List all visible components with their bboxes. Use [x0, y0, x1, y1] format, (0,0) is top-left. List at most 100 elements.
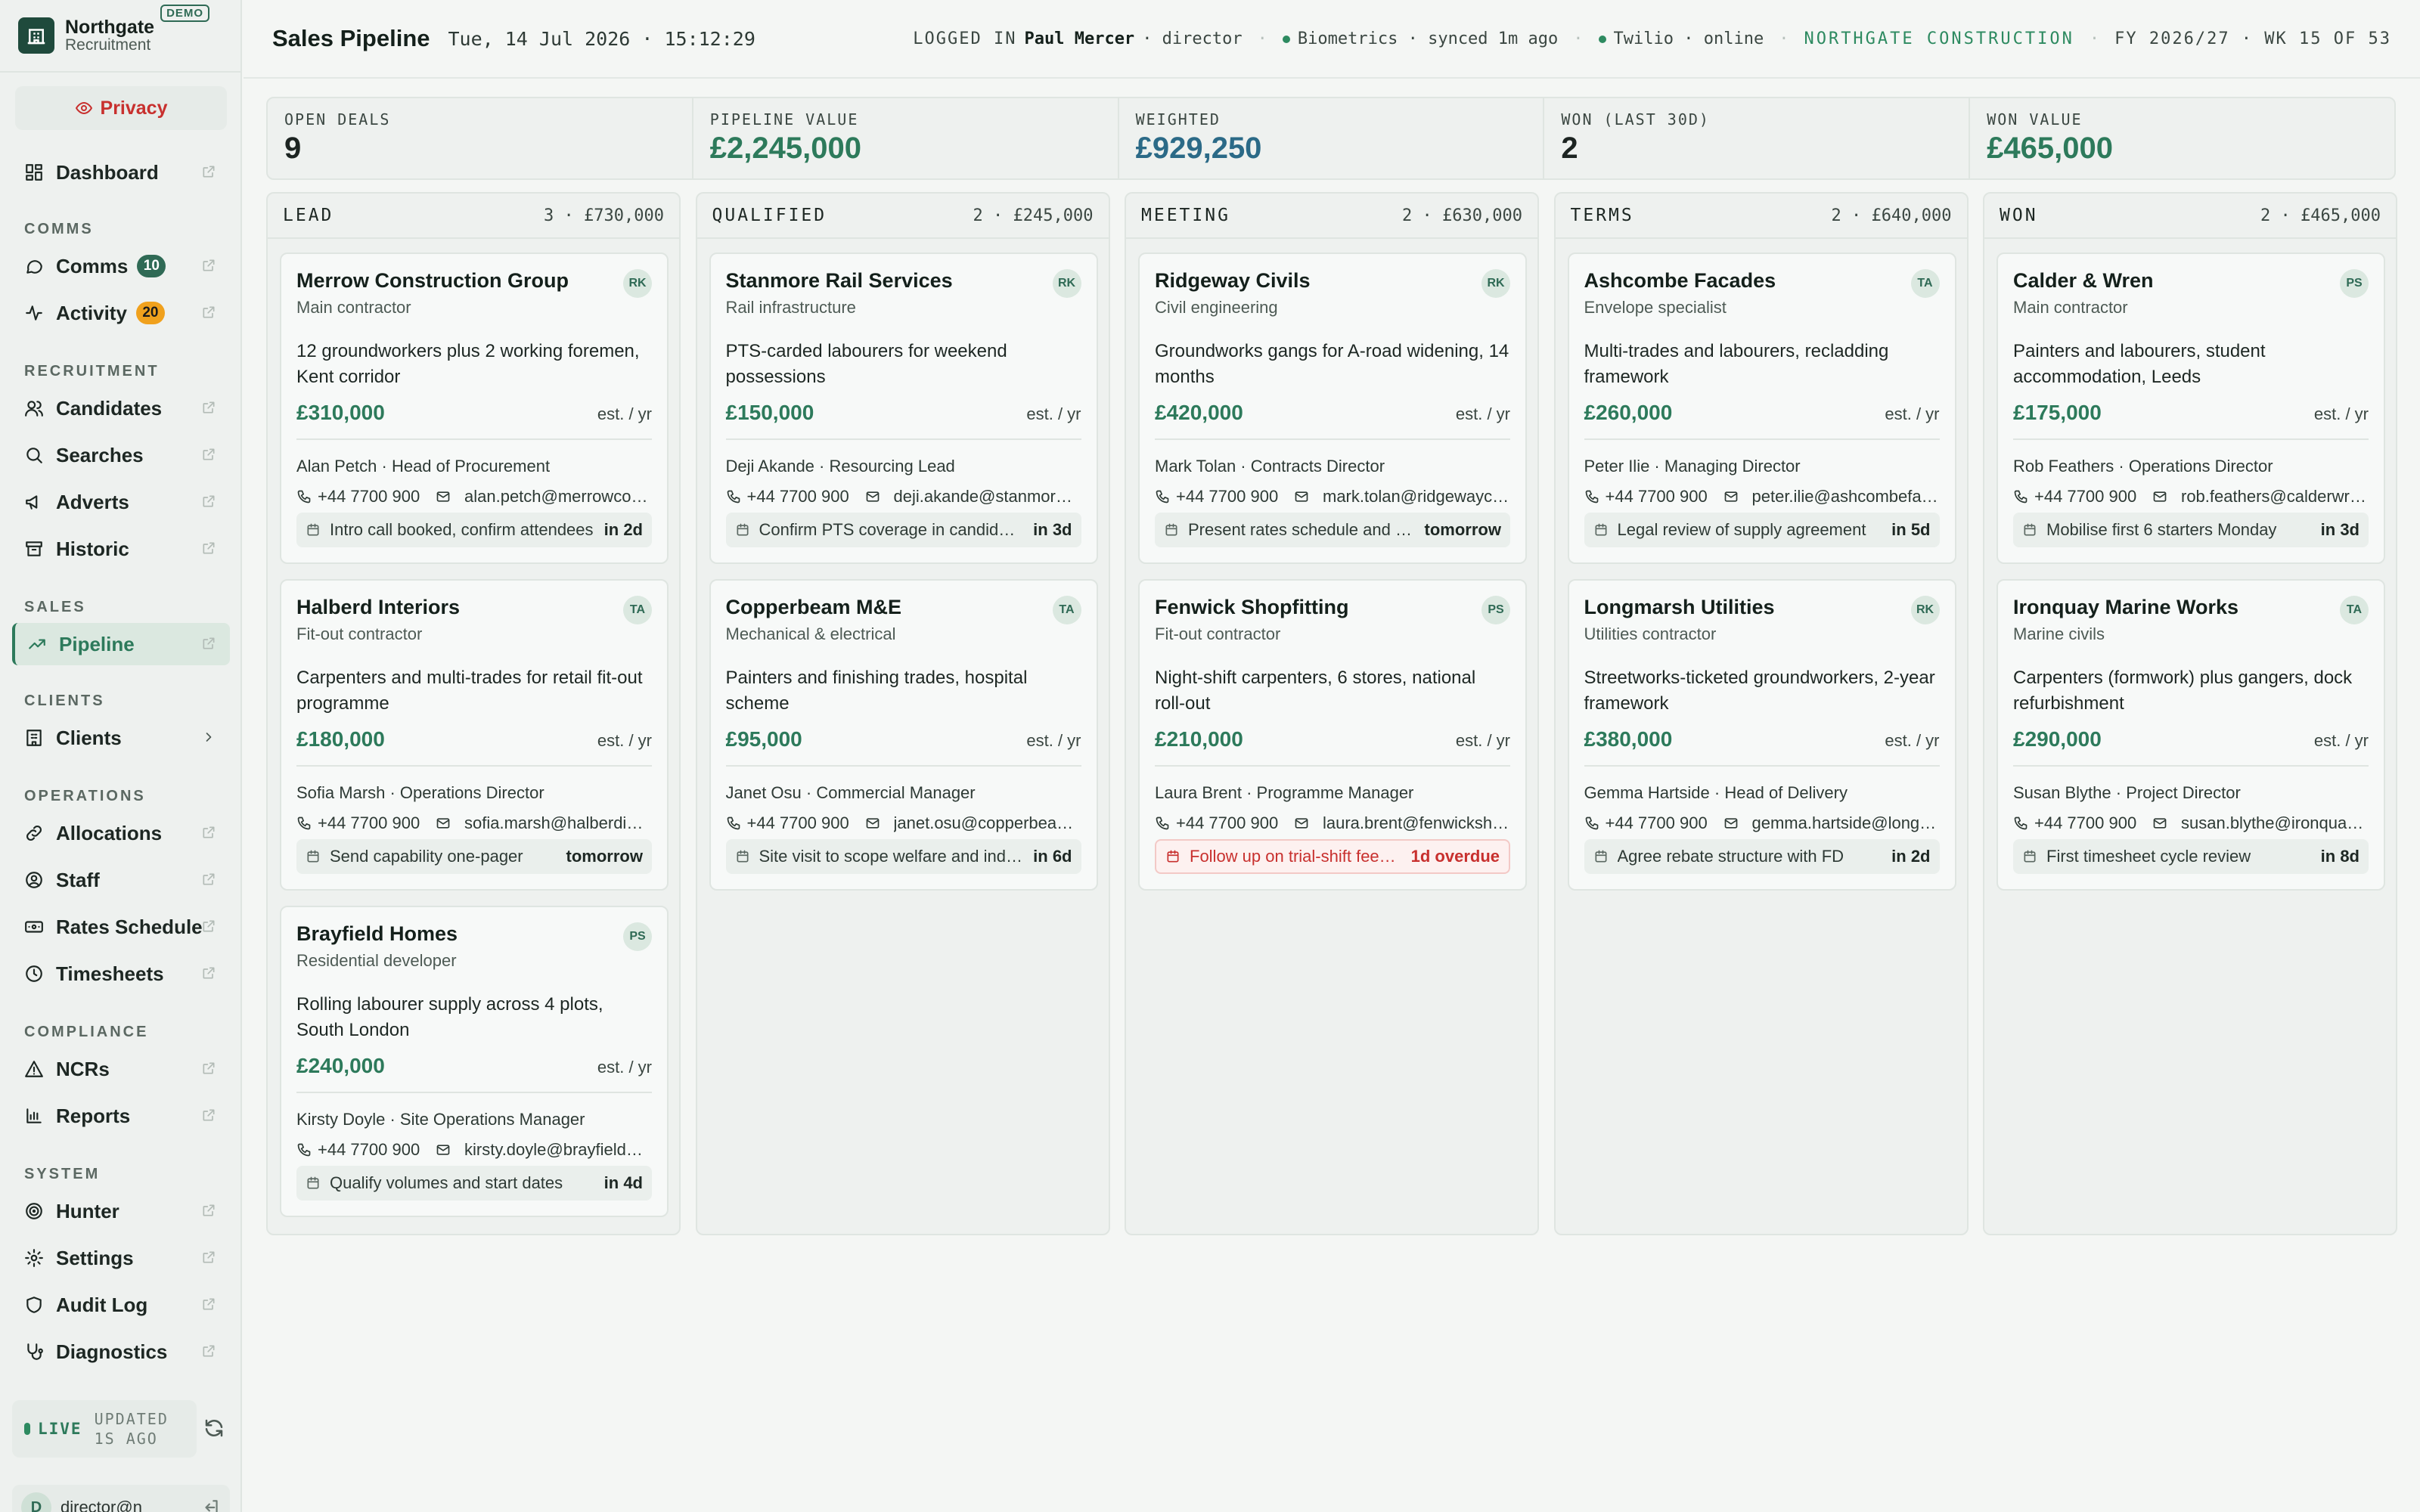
deal-value-unit: est. / yr: [1885, 404, 1940, 423]
gear-icon: [25, 1249, 43, 1267]
section-label-compliance: COMPLIANCE: [24, 1024, 149, 1040]
deal-card[interactable]: Copperbeam M&E TA Mechanical & electrica…: [709, 579, 1098, 891]
deal-card[interactable]: Merrow Construction Group RK Main contra…: [280, 253, 669, 564]
section-label-system: SYSTEM: [24, 1166, 101, 1182]
contact-phone[interactable]: +44 7700 900: [1176, 813, 1282, 833]
task-text: Present rates schedule and terms: [1188, 520, 1416, 539]
brand[interactable]: Northgate Recruitment DEMO: [0, 0, 240, 73]
contact-email[interactable]: sofia.marsh@halberdinteriors.co.uk: [464, 813, 652, 833]
mail-icon: [1294, 816, 1309, 831]
column-summary: 2 · £465,000: [2260, 206, 2381, 225]
next-task[interactable]: Agree rebate structure with FD in 2d: [1584, 839, 1940, 874]
next-task[interactable]: Qualify volumes and start dates in 4d: [296, 1166, 652, 1201]
next-task[interactable]: Follow up on trial-shift feedback 1d ove…: [1155, 839, 1510, 874]
sidebar-item-adverts[interactable]: Adverts: [12, 481, 230, 523]
contact-phone[interactable]: +44 7700 900: [747, 487, 853, 507]
contact-phone[interactable]: +44 7700 900: [1606, 813, 1711, 833]
contact-email[interactable]: deji.akande@stanmorerail.co.uk: [894, 487, 1081, 507]
top-bar: Sales Pipeline Tue, 14 Jul 2026 · 15:12:…: [244, 0, 2420, 79]
task-due: in 8d: [2320, 847, 2360, 866]
sidebar-item-historic[interactable]: Historic: [12, 528, 230, 570]
task-due: tomorrow: [566, 847, 643, 866]
user-menu[interactable]: D director@n: [12, 1485, 230, 1512]
contact-email[interactable]: kirsty.doyle@brayfieldhomes.co.uk: [464, 1140, 652, 1160]
sidebar-item-ncrs[interactable]: NCRs: [12, 1048, 230, 1090]
stat-label: PIPELINE VALUE: [709, 110, 859, 129]
sidebar-item-settings[interactable]: Settings: [12, 1237, 230, 1279]
deal-description: Multi-trades and labourers, recladding f…: [1584, 341, 1889, 387]
owner-avatar: RK: [1481, 269, 1510, 298]
sidebar-item-pipeline[interactable]: Pipeline: [12, 623, 230, 665]
next-task[interactable]: Present rates schedule and terms tomorro…: [1155, 513, 1510, 547]
deal-client-type: Marine civils: [2013, 624, 2105, 643]
privacy-button[interactable]: Privacy: [15, 86, 227, 130]
column-header: LEAD 3 · £730,000: [268, 194, 679, 239]
contact-phone[interactable]: +44 7700 900: [1606, 487, 1711, 507]
contact-email[interactable]: gemma.hartside@longmarsh.co.uk: [1752, 813, 1940, 833]
contact-email[interactable]: janet.osu@copperbeam.co.uk: [894, 813, 1081, 833]
deal-card[interactable]: Stanmore Rail Services RK Rail infrastru…: [709, 253, 1098, 564]
phone-icon: [1155, 489, 1170, 504]
deal-card[interactable]: Ashcombe Facades TA Envelope specialist …: [1567, 253, 1956, 564]
deal-card[interactable]: Longmarsh Utilities RK Utilities contrac…: [1567, 579, 1956, 891]
deal-card[interactable]: Calder & Wren PS Main contractor Painter…: [1996, 253, 2385, 564]
external-link-icon: [201, 1247, 216, 1270]
sidebar-item-staff[interactable]: Staff: [12, 859, 230, 901]
calendar-icon: [2022, 849, 2037, 864]
deal-card[interactable]: Halberd Interiors TA Fit-out contractor …: [280, 579, 669, 891]
sidebar-item-candidates[interactable]: Candidates: [12, 387, 230, 429]
contact-email[interactable]: rob.feathers@calderwren.co.uk: [2181, 487, 2369, 507]
next-task[interactable]: Send capability one-pager tomorrow: [296, 839, 652, 874]
refresh-button[interactable]: [203, 1417, 225, 1443]
contact-phone[interactable]: +44 7700 900: [747, 813, 853, 833]
sidebar-item-clients[interactable]: Clients: [12, 717, 230, 759]
task-text: First timesheet cycle review: [2046, 847, 2251, 866]
deal-card[interactable]: Fenwick Shopfitting PS Fit-out contracto…: [1138, 579, 1527, 891]
sidebar-item-comms[interactable]: Comms 10: [12, 245, 230, 287]
sidebar-item-searches[interactable]: Searches: [12, 434, 230, 476]
next-task[interactable]: Legal review of supply agreement in 5d: [1584, 513, 1940, 547]
deal-client-type: Fit-out contractor: [1155, 624, 1281, 643]
contact-phone[interactable]: +44 7700 900: [2034, 487, 2140, 507]
deal-card[interactable]: Brayfield Homes PS Residential developer…: [280, 906, 669, 1217]
sidebar-item-audit-log[interactable]: Audit Log: [12, 1284, 230, 1326]
deal-value-unit: est. / yr: [1455, 731, 1510, 750]
sidebar-item-dashboard[interactable]: Dashboard: [12, 151, 230, 194]
contact-phone[interactable]: +44 7700 900: [1176, 487, 1282, 507]
deal-description: Carpenters and multi-trades for retail f…: [296, 668, 643, 714]
logout-icon[interactable]: [201, 1498, 221, 1512]
sidebar-item-allocations[interactable]: Allocations: [12, 812, 230, 854]
sidebar-item-hunter[interactable]: Hunter: [12, 1190, 230, 1232]
contact-phone[interactable]: +44 7700 900: [2034, 813, 2140, 833]
next-task[interactable]: Site visit to scope welfare and inductio…: [725, 839, 1081, 874]
phone-icon: [2013, 489, 2028, 504]
contact-email[interactable]: mark.tolan@ridgewaycivils.co.uk: [1323, 487, 1510, 507]
contact-email[interactable]: laura.brent@fenwickshopfitting.co.uk: [1323, 813, 1510, 833]
deal-card[interactable]: Ridgeway Civils RK Civil engineering Gro…: [1138, 253, 1527, 564]
contact-phone[interactable]: +44 7700 900: [318, 487, 424, 507]
live-updated-line-2: 1S AGO: [94, 1430, 158, 1448]
contact-phone[interactable]: +44 7700 900: [318, 1140, 424, 1160]
next-task[interactable]: First timesheet cycle review in 8d: [2013, 839, 2369, 874]
mail-icon: [865, 489, 880, 504]
sidebar-item-rates-schedule[interactable]: Rates Schedule: [12, 906, 230, 948]
sidebar-item-reports[interactable]: Reports: [12, 1095, 230, 1137]
sidebar-item-diagnostics[interactable]: Diagnostics: [12, 1331, 230, 1373]
mail-icon: [865, 816, 880, 831]
contact-email[interactable]: susan.blythe@ironquaymarine.co.uk: [2181, 813, 2369, 833]
contact-email[interactable]: alan.petch@merrowconstruction.co.uk: [464, 487, 652, 507]
phone-icon: [1584, 816, 1599, 831]
deal-description: Painters and finishing trades, hospital …: [725, 668, 1028, 714]
next-task[interactable]: Confirm PTS coverage in candidate pool i…: [725, 513, 1081, 547]
deal-card[interactable]: Ironquay Marine Works TA Marine civils C…: [1996, 579, 2385, 891]
sidebar-item-activity[interactable]: Activity 20: [12, 292, 230, 334]
pipeline-column-lead: LEAD 3 · £730,000 Merrow Construction Gro…: [266, 192, 681, 1235]
privacy-label: Privacy: [100, 97, 168, 119]
deal-value-unit: est. / yr: [1026, 404, 1081, 423]
contact-phone[interactable]: +44 7700 900: [318, 813, 424, 833]
next-task[interactable]: Intro call booked, confirm attendees in …: [296, 513, 652, 547]
contact-email[interactable]: peter.ilie@ashcombefacades.co.uk: [1752, 487, 1940, 507]
twilio-status: Twilio · online: [1598, 29, 1764, 48]
sidebar-item-timesheets[interactable]: Timesheets: [12, 953, 230, 995]
next-task[interactable]: Mobilise first 6 starters Monday in 3d: [2013, 513, 2369, 547]
